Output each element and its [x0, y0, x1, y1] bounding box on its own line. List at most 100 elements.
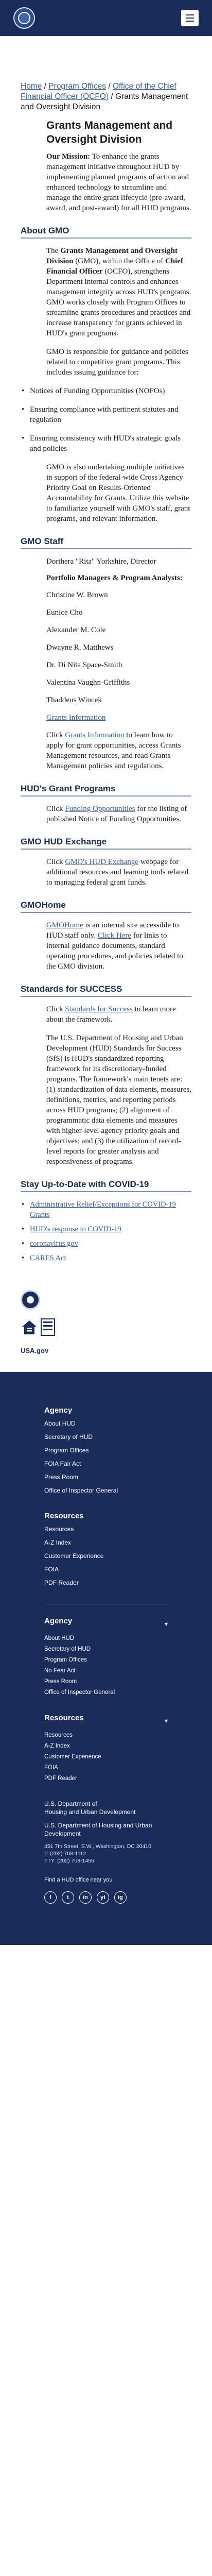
footer-link[interactable]: Press Room [44, 1679, 77, 1685]
footer-resources-list-compact: Resources A-Z Index Customer Experience … [44, 1732, 168, 1782]
mission-label: Our Mission: [46, 152, 91, 161]
footer-department-full: U.S. Department of Housing and Urban Dev… [44, 1822, 152, 1837]
grants-information-inline-link[interactable]: Grants Information [65, 731, 124, 739]
main-content: Home / Program Offices / Office of the C… [0, 36, 212, 1263]
staff-member: Valentina Vaughn-Griffiths [46, 679, 130, 687]
footer-link[interactable]: Secretary of HUD [44, 1646, 91, 1652]
hamburger-icon [186, 14, 194, 15]
grants-info-paragraph: Click Grants Information to learn how to… [46, 731, 181, 770]
grants-information-link[interactable]: Grants Information [46, 714, 105, 722]
footer-link[interactable]: Secretary of HUD [44, 1433, 93, 1440]
grant-programs-heading: HUD's Grant Programs [21, 784, 191, 796]
staff-member: Christine W. Brown [46, 591, 108, 599]
footer-agency-list-compact: About HUD Secretary of HUD Program Offic… [44, 1635, 168, 1696]
standards-for-success-link[interactable]: Standards for Success [65, 1005, 133, 1013]
staff-member: Thaddeus Wincek [46, 696, 102, 704]
footer-resources-heading: Resources [44, 1512, 84, 1520]
footer-link[interactable]: No Fear Act [44, 1668, 76, 1674]
list-item: Ensuring compliance with pertinent statu… [21, 404, 191, 425]
exchange-heading: GMO HUD Exchange [21, 837, 191, 850]
menu-button[interactable] [181, 10, 199, 26]
standards-paragraph-2: The U.S. Department of Housing and Urban… [46, 1034, 191, 1166]
instagram-icon[interactable]: ig [114, 1891, 127, 1904]
footer-link[interactable]: Resources [44, 1732, 73, 1738]
list-item: Ensuring consistency with HUD's strategi… [21, 433, 191, 454]
youtube-icon[interactable]: yt [97, 1891, 109, 1904]
breadcrumb-home[interactable]: Home [21, 82, 42, 91]
breadcrumb-program-offices[interactable]: Program Offices [48, 82, 106, 91]
footer-link[interactable]: Office of Inspector General [44, 1487, 118, 1494]
gmohome-heading: GMOHome [21, 900, 191, 913]
footer-link[interactable]: FOIA [44, 1765, 58, 1771]
footer-link[interactable]: Press Room [44, 1473, 78, 1481]
list-item: CARES Act [21, 1253, 191, 1263]
site-header [0, 0, 212, 36]
mission-statement: Our Mission: To enhance the grants manag… [46, 151, 191, 213]
social-links: f t in yt ig [44, 1891, 168, 1904]
staff-member: Dwayne R. Matthews [46, 643, 114, 652]
footer-link[interactable]: FOIA [44, 1566, 59, 1573]
footer-link[interactable]: About HUD [44, 1635, 74, 1641]
gmohome-link[interactable]: GMOHome [46, 921, 83, 929]
footer-link[interactable]: Office of Inspector General [44, 1689, 115, 1696]
footer-link[interactable]: Customer Experience [44, 1552, 103, 1560]
footer-link[interactable]: Program Offices [44, 1447, 89, 1454]
standards-heading: Standards for SUCCESS [21, 984, 191, 997]
footer-link[interactable]: Customer Experience [44, 1754, 101, 1760]
footer-resources-list: Resources A-Z Index Customer Experience … [44, 1526, 168, 1586]
usa-flag-icon[interactable] [40, 1318, 56, 1336]
usa-gov-icon[interactable]: USA.gov [21, 1347, 48, 1364]
staff-heading: GMO Staff [21, 536, 191, 549]
staff-director: Dorthera "Rita" Yorkshire, Director [46, 557, 156, 566]
footer-resources-accordion[interactable]: Resources ▾ [44, 1714, 168, 1727]
staff-member: Alexander M. Cole [46, 626, 106, 634]
equal-housing-icon[interactable] [21, 1319, 38, 1336]
funding-opportunities-link[interactable]: Funding Opportunities [65, 805, 135, 813]
footer-link[interactable]: About HUD [44, 1420, 76, 1427]
about-paragraph-2: GMO is responsible for guidance and poli… [46, 348, 188, 377]
footer-link[interactable]: Resources [44, 1526, 74, 1533]
twitter-icon[interactable]: t [62, 1891, 74, 1904]
list-item: HUD's response to COVID-19 [21, 1224, 191, 1234]
hud-seal-icon[interactable] [21, 1290, 40, 1310]
staff-member: Eunice Cho [46, 608, 83, 617]
list-item: Notices of Funding Opportunities (NOFOs) [21, 386, 191, 396]
list-item: coronavirus.gov [21, 1239, 191, 1249]
about-heading: About GMO [21, 226, 191, 239]
chevron-down-icon: ▾ [164, 1717, 168, 1724]
staff-member: Dr. Di Nita Space-Smith [46, 661, 122, 669]
page-title: Grants Management and Oversight Division [46, 120, 173, 145]
covid-links: Administrative Relief/Exceptions for COV… [21, 1199, 191, 1263]
footer-department-name: U.S. Department of Housing and Urban Dev… [44, 1800, 136, 1816]
footer-link[interactable]: Program Offices [44, 1657, 87, 1663]
standards-section: Click Standards for Success to learn mor… [46, 1004, 191, 1167]
footer-link[interactable]: FOIA Fair Act [44, 1460, 81, 1467]
breadcrumb: Home / Program Offices / Office of the C… [21, 82, 188, 111]
covid-response-link[interactable]: HUD's response to COVID-19 [30, 1225, 121, 1233]
footer-link[interactable]: A-Z Index [44, 1539, 71, 1546]
guidance-list: Notices of Funding Opportunities (NOFOs)… [21, 386, 191, 454]
gmohome-paragraph: GMOHome is an internal site accessible t… [46, 921, 183, 971]
standards-paragraph-1: Click Standards for Success to learn mor… [46, 1005, 176, 1024]
footer-link[interactable]: PDF Reader [44, 1579, 79, 1586]
list-item: Administrative Relief/Exceptions for COV… [21, 1199, 191, 1220]
staff-team-label: Portfolio Managers & Program Analysts: [46, 574, 183, 582]
partner-logos: USA.gov [0, 1278, 212, 1364]
about-section: The Grants Management and Oversight Divi… [46, 246, 191, 378]
linkedin-icon[interactable]: in [79, 1891, 92, 1904]
covid-heading: Stay Up-to-Date with COVID-19 [21, 1179, 191, 1192]
covid-relief-link[interactable]: Administrative Relief/Exceptions for COV… [30, 1200, 176, 1219]
footer-agency-accordion[interactable]: Agency ▾ [44, 1617, 168, 1631]
footer-agency-heading: Agency [44, 1406, 73, 1415]
hud-logo-icon[interactable] [13, 7, 35, 29]
footer-link[interactable]: A-Z Index [44, 1743, 70, 1749]
about-paragraph-3: GMO is also undertaking multiple initiat… [46, 463, 190, 523]
click-here-link[interactable]: Click Here [98, 931, 131, 940]
footer-address: 451 7th Street, S.W., Washington, DC 204… [44, 1843, 151, 1864]
facebook-icon[interactable]: f [44, 1891, 57, 1904]
coronavirus-gov-link[interactable]: coronavirus.gov [30, 1240, 78, 1248]
footer-link[interactable]: PDF Reader [44, 1775, 77, 1782]
cares-act-link[interactable]: CARES Act [30, 1254, 66, 1262]
hud-exchange-link[interactable]: GMO's HUD Exchange [65, 858, 138, 866]
find-office-link[interactable]: Find a HUD office near you [44, 1877, 168, 1883]
